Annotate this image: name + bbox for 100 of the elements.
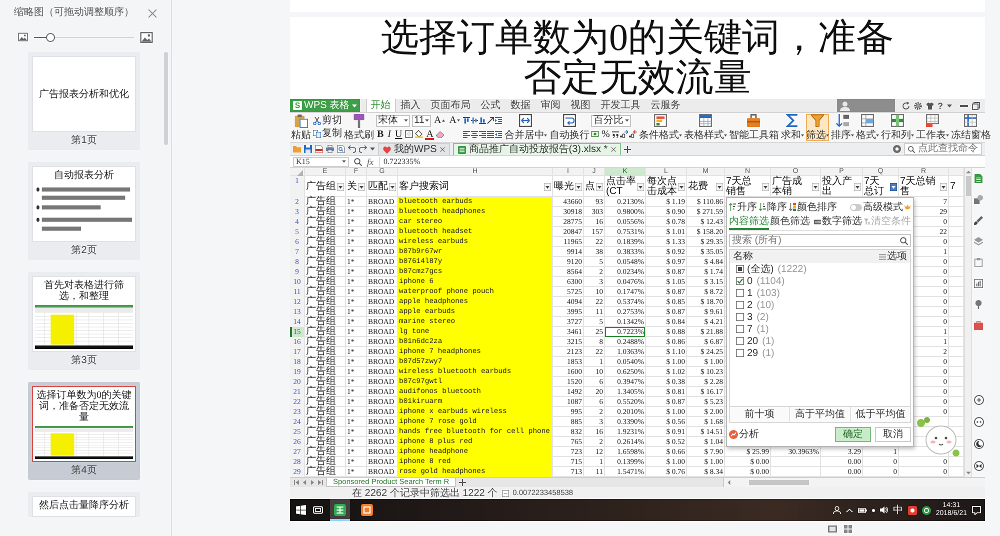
toggle-switch[interactable] bbox=[850, 204, 862, 210]
brush-icon[interactable] bbox=[974, 216, 983, 225]
middle-align-icon[interactable] bbox=[471, 117, 478, 124]
filter-dropdown-icon[interactable] bbox=[762, 182, 769, 190]
print-preview-icon[interactable] bbox=[337, 145, 345, 153]
dot-icon[interactable] bbox=[872, 508, 875, 512]
name-box[interactable]: K15 bbox=[293, 156, 349, 166]
diagonal-arrow-icon[interactable] bbox=[487, 117, 494, 124]
toolbox-icon[interactable] bbox=[974, 321, 983, 330]
restore-icon[interactable] bbox=[972, 102, 980, 110]
sort-button[interactable]: 升序 bbox=[729, 202, 757, 212]
minus-box-icon[interactable] bbox=[502, 490, 509, 496]
taskbar-app-button[interactable] bbox=[330, 499, 350, 521]
banknote-icon[interactable] bbox=[591, 130, 600, 138]
document-tab[interactable]: 商品推广自动投放报告(3).xlsx * bbox=[452, 143, 621, 155]
help-button[interactable]: ? bbox=[938, 100, 943, 110]
ok-button[interactable]: 确定 bbox=[835, 426, 871, 442]
quick-filter-button[interactable]: 低于平均值 bbox=[850, 407, 910, 422]
paste-button[interactable]: 粘贴 bbox=[291, 114, 311, 141]
grow-font-button[interactable]: A bbox=[433, 115, 446, 126]
document-tab[interactable]: 我的WPS bbox=[378, 143, 450, 155]
speaker-icon[interactable] bbox=[880, 506, 888, 514]
slide-thumbnail-card[interactable]: 选择订单数为0的关键词，准备否定无效流量 第4页 bbox=[28, 382, 140, 480]
checkbox[interactable] bbox=[736, 313, 744, 321]
filter-dropdown-icon[interactable] bbox=[716, 182, 723, 190]
input-method-indicator[interactable]: 中 bbox=[892, 504, 903, 516]
cut-button[interactable]: 剪切 bbox=[313, 114, 342, 127]
document-icon[interactable] bbox=[974, 174, 983, 183]
filter-dropdown-icon[interactable] bbox=[637, 182, 644, 190]
scrollbar-thumb[interactable] bbox=[749, 480, 809, 485]
last-sheet-icon[interactable] bbox=[318, 480, 323, 485]
shrink-font-button[interactable]: A bbox=[448, 115, 462, 126]
save-icon[interactable] bbox=[304, 145, 312, 153]
person-icon[interactable] bbox=[832, 506, 841, 514]
font-style-button[interactable]: I bbox=[386, 128, 392, 140]
slider-thumb[interactable] bbox=[46, 32, 55, 42]
undo-icon[interactable] bbox=[348, 145, 356, 153]
chart-icon[interactable] bbox=[974, 279, 983, 288]
checkbox[interactable] bbox=[736, 265, 744, 273]
slide-thumbnail-card[interactable]: 自动报表分析 第2页 bbox=[28, 162, 140, 260]
align-left-icon[interactable] bbox=[463, 130, 470, 138]
decrease-decimal-icon[interactable] bbox=[628, 130, 637, 138]
bottom-align-icon[interactable] bbox=[479, 117, 486, 124]
merge-center-button[interactable]: 合并居中 bbox=[504, 114, 548, 141]
quick-filter-button[interactable]: 前十项 bbox=[730, 407, 790, 422]
caret-icon[interactable] bbox=[947, 104, 952, 108]
number-format-select[interactable]: 百分比 bbox=[591, 114, 632, 127]
next-sheet-icon[interactable] bbox=[310, 480, 315, 485]
ribbon-tab[interactable]: 页面布局 bbox=[426, 99, 476, 112]
close-icon[interactable] bbox=[610, 147, 616, 152]
slide-thumbnail-card[interactable]: 然后点击量降序分析 bbox=[28, 492, 140, 517]
font-style-button[interactable]: U bbox=[394, 128, 404, 140]
percent-button[interactable]: % bbox=[600, 128, 611, 140]
scroll-down-icon[interactable] bbox=[966, 471, 970, 475]
checkbox[interactable] bbox=[736, 277, 744, 285]
align-right-icon[interactable] bbox=[479, 130, 486, 138]
add-sheet-icon[interactable] bbox=[459, 479, 466, 486]
shapes-icon[interactable] bbox=[974, 195, 983, 204]
scrollbar-thumb[interactable] bbox=[966, 176, 970, 196]
ribbon-tool-button[interactable]: 条件格式 bbox=[638, 114, 682, 141]
filter-dropdown-icon[interactable] bbox=[544, 182, 551, 190]
ring-icon[interactable] bbox=[922, 506, 931, 514]
checkbox[interactable] bbox=[736, 289, 744, 297]
ribbon-tab[interactable]: 视图 bbox=[566, 99, 596, 112]
settings-icon[interactable] bbox=[914, 102, 922, 110]
format-painter-button[interactable]: 格式刷 bbox=[344, 114, 374, 141]
scrollbar-thumb[interactable] bbox=[164, 52, 168, 145]
font-color-button[interactable]: A bbox=[425, 128, 434, 140]
filter-tab[interactable]: 颜色筛选 bbox=[770, 216, 810, 230]
small-picture-icon[interactable] bbox=[18, 32, 28, 42]
indent-icon[interactable] bbox=[495, 117, 502, 124]
plus-icon[interactable] bbox=[624, 146, 631, 152]
filter-dropdown-icon[interactable] bbox=[890, 182, 897, 190]
battery-icon[interactable] bbox=[858, 506, 867, 514]
ribbon-tab[interactable]: 开发工具 bbox=[596, 99, 646, 112]
ribbon-tool-button[interactable]: 冻结窗格 bbox=[950, 114, 991, 141]
print-icon[interactable] bbox=[326, 145, 334, 153]
normal-view-icon[interactable] bbox=[828, 524, 837, 532]
filter-tab[interactable]: 内容筛选 bbox=[729, 216, 769, 230]
ribbon-tab[interactable]: 审阅 bbox=[536, 99, 566, 112]
checkbox[interactable] bbox=[736, 325, 744, 333]
shirt-icon[interactable] bbox=[926, 102, 934, 110]
ribbon-tab[interactable]: 开始 bbox=[366, 99, 396, 112]
tray-app-icon[interactable] bbox=[908, 506, 917, 514]
clipboard-icon[interactable] bbox=[974, 258, 983, 267]
font-size-select[interactable]: 11 bbox=[412, 114, 431, 127]
outdent-icon[interactable] bbox=[495, 130, 502, 138]
filter-dropdown-icon[interactable] bbox=[940, 182, 947, 190]
moon-icon[interactable] bbox=[974, 439, 984, 449]
eraser-icon[interactable] bbox=[436, 130, 444, 138]
horizontal-scrollbar[interactable] bbox=[723, 478, 985, 487]
filter-dropdown-icon[interactable] bbox=[854, 182, 861, 190]
vertical-scrollbar[interactable] bbox=[964, 168, 971, 477]
filter-dropdown-icon[interactable] bbox=[358, 182, 365, 190]
filter-dropdown-icon[interactable] bbox=[575, 182, 582, 190]
first-sheet-icon[interactable] bbox=[294, 480, 299, 485]
ribbon-tab[interactable]: 公式 bbox=[476, 99, 506, 112]
account-button[interactable] bbox=[836, 99, 894, 112]
task-view-icon[interactable] bbox=[313, 505, 323, 515]
ribbon-tool-button[interactable]: 工作表 bbox=[916, 114, 949, 141]
